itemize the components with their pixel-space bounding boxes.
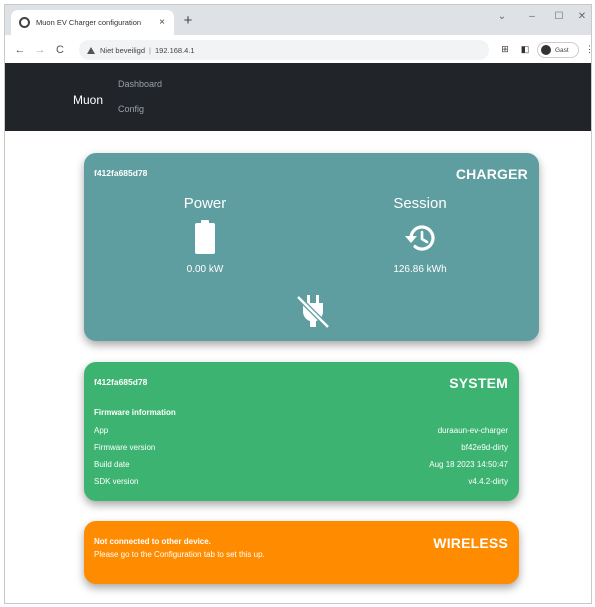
wireless-card-title: WIRELESS xyxy=(433,535,508,551)
close-window-button[interactable]: ✕ xyxy=(575,11,589,22)
system-card: f412fa685d78 SYSTEM Firmware information… xyxy=(84,362,519,501)
tab-title: Muon EV Charger configuration xyxy=(36,18,142,27)
nav-link-dashboard[interactable]: Dashboard xyxy=(118,79,162,89)
plug-disconnected-icon xyxy=(294,292,332,335)
profile-button[interactable]: Gast xyxy=(537,42,579,58)
history-icon xyxy=(403,222,439,259)
tab-strip: Muon EV Charger configuration × + ⌄ – ☐ … xyxy=(5,5,591,35)
session-label: Session xyxy=(393,195,447,212)
translate-icon[interactable]: ⊞ xyxy=(499,44,511,55)
globe-icon xyxy=(19,17,30,28)
power-value: 0.00 kW xyxy=(186,264,224,275)
tab-search-icon[interactable]: ⌄ xyxy=(495,11,509,22)
security-status-label: Niet beveiligd xyxy=(100,45,146,55)
charger-card-title: CHARGER xyxy=(455,166,528,182)
close-tab-icon[interactable]: × xyxy=(156,17,168,28)
browser-toolbar: ← → C Niet beveiligd | 192.168.4.1 ⊞ ◧ G… xyxy=(5,35,591,65)
charger-device-id: f412fa685d78 xyxy=(94,168,148,178)
firmware-row-app: App duraaun-ev-charger xyxy=(94,426,508,435)
row-value: bf42e9d-dirty xyxy=(461,443,508,452)
system-device-id: f412fa685d78 xyxy=(94,377,148,387)
back-button[interactable]: ← xyxy=(13,43,27,57)
wireless-help-message: Please go to the Configuration tab to se… xyxy=(94,550,265,559)
brand-logo[interactable]: Muon xyxy=(73,93,103,107)
not-secure-warning-icon xyxy=(87,46,95,54)
app-navbar: Muon Dashboard Config xyxy=(5,63,591,131)
row-value: v4.4.2-dirty xyxy=(468,477,508,486)
battery-icon xyxy=(195,220,215,259)
address-bar[interactable]: Niet beveiligd | 192.168.4.1 xyxy=(79,40,489,60)
profile-label: Gast xyxy=(555,46,569,54)
address-separator: | xyxy=(149,45,151,55)
row-value: duraaun-ev-charger xyxy=(437,426,508,435)
row-value: Aug 18 2023 14:50:47 xyxy=(429,460,508,469)
address-url: 192.168.4.1 xyxy=(154,45,195,55)
nav-link-config[interactable]: Config xyxy=(118,104,144,114)
wireless-status-message: Not connected to other device. xyxy=(94,537,211,546)
row-key: App xyxy=(94,426,109,435)
avatar-icon xyxy=(541,45,551,55)
reload-button[interactable]: C xyxy=(53,43,67,57)
new-tab-button[interactable]: + xyxy=(179,12,197,30)
row-key: Build date xyxy=(94,460,130,469)
browser-menu-icon[interactable]: ⋮ xyxy=(585,44,591,55)
firmware-row-build-date: Build date Aug 18 2023 14:50:47 xyxy=(94,460,508,469)
wireless-card: WIRELESS Not connected to other device. … xyxy=(84,521,519,584)
row-key: SDK version xyxy=(94,477,139,486)
firmware-row-version: Firmware version bf42e9d-dirty xyxy=(94,443,508,452)
forward-button[interactable]: → xyxy=(33,43,47,57)
firmware-info-heading: Firmware information xyxy=(94,408,176,417)
session-value: 126.86 kWh xyxy=(393,264,447,275)
system-card-title: SYSTEM xyxy=(449,375,508,391)
row-key: Firmware version xyxy=(94,443,156,452)
browser-tab[interactable]: Muon EV Charger configuration × xyxy=(11,10,174,35)
firmware-row-sdk-version: SDK version v4.4.2-dirty xyxy=(94,477,508,486)
maximize-button[interactable]: ☐ xyxy=(552,11,566,22)
power-label: Power xyxy=(183,195,227,212)
charger-card: f412fa685d78 CHARGER Power 0.00 kW Sessi… xyxy=(84,153,539,341)
side-panel-icon[interactable]: ◧ xyxy=(519,44,531,55)
browser-window: Muon EV Charger configuration × + ⌄ – ☐ … xyxy=(4,4,592,604)
minimize-button[interactable]: – xyxy=(525,11,539,22)
